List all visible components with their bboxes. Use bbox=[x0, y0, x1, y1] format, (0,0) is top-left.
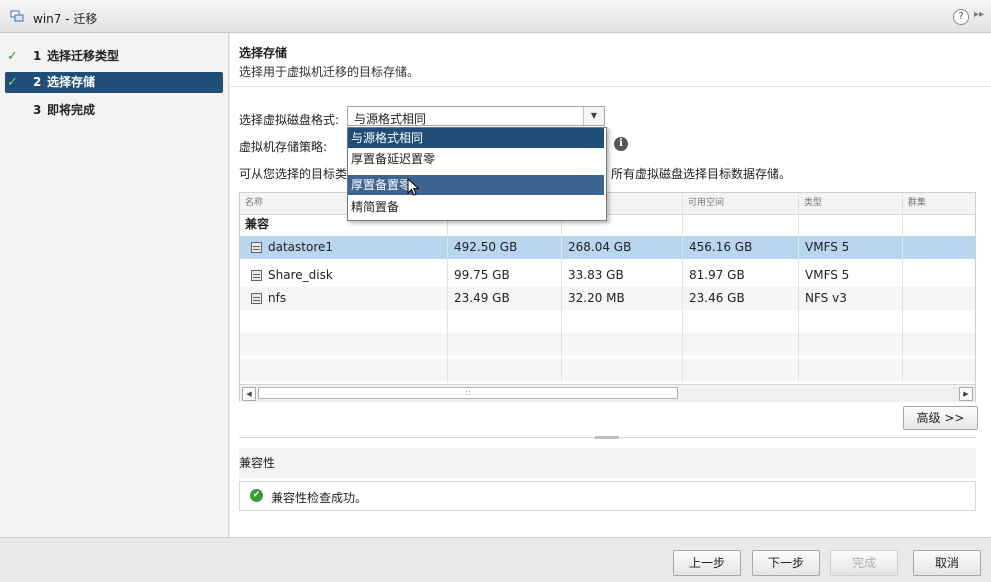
checkmark-icon: ✓ bbox=[7, 49, 18, 64]
scroll-right-icon[interactable]: ▶ bbox=[959, 387, 973, 401]
table-row[interactable]: nfs 23.49 GB 32.20 MB 23.46 GB NFS v3 bbox=[240, 287, 975, 310]
datastore-icon bbox=[251, 293, 262, 304]
page-subtitle: 选择用于虚拟机迁移的目标存储。 bbox=[239, 65, 420, 79]
mouse-pointer-icon bbox=[407, 178, 420, 196]
cell-name: datastore1 bbox=[268, 240, 334, 254]
success-check-icon: ✔ bbox=[250, 489, 263, 502]
chevron-down-icon[interactable]: ▼ bbox=[583, 107, 604, 125]
column-header-type[interactable]: 类型 bbox=[799, 193, 903, 214]
description-text: 可从您选择的目标类 所有虚拟磁盘选择目标数据存储。 bbox=[239, 165, 791, 182]
cell-type: VMFS 5 bbox=[805, 268, 850, 282]
cell-provisioned: 32.20 MB bbox=[568, 291, 625, 305]
cell-free: 456.16 GB bbox=[689, 240, 753, 254]
cell-capacity: 99.75 GB bbox=[454, 268, 510, 282]
disk-format-dropdown-list: 与源格式相同 厚置备延迟置零 厚置备置零 精简置备 bbox=[347, 127, 607, 221]
empty-row bbox=[240, 333, 975, 355]
step-select-storage[interactable]: ✓ 2 选择存储 bbox=[5, 72, 223, 93]
step-number: 3 bbox=[33, 103, 42, 117]
step-select-migration-type[interactable]: ✓ 1 选择迁移类型 bbox=[5, 46, 223, 67]
wizard-footer: 上一步 下一步 完成 取消 bbox=[0, 537, 991, 582]
option-thick-lazy-zeroed[interactable]: 厚置备延迟置零 bbox=[348, 149, 604, 169]
option-thick-eager-zeroed[interactable]: 厚置备置零 bbox=[348, 175, 604, 195]
datastore-table: 名称 可用空间 类型 群集 兼容 datastore1 492.50 GB 26… bbox=[239, 192, 976, 402]
cell-capacity: 492.50 GB bbox=[454, 240, 518, 254]
compatibility-heading: 兼容性 bbox=[239, 448, 976, 478]
cell-free: 23.46 GB bbox=[689, 291, 745, 305]
step-label: 选择存储 bbox=[47, 75, 96, 89]
splitter-grip[interactable] bbox=[595, 436, 619, 439]
step-ready-to-complete[interactable]: 3 即将完成 bbox=[5, 100, 223, 121]
step-label: 即将完成 bbox=[47, 103, 96, 117]
dialog-title: win7 - 迁移 bbox=[33, 12, 98, 26]
scroll-left-icon[interactable]: ◀ bbox=[242, 387, 256, 401]
header-divider bbox=[230, 86, 991, 87]
cell-provisioned: 268.04 GB bbox=[568, 240, 632, 254]
table-row[interactable]: Share_disk 99.75 GB 33.83 GB 81.97 GB VM… bbox=[240, 264, 975, 287]
next-button[interactable]: 下一步 bbox=[752, 550, 820, 576]
disk-format-select[interactable]: 与源格式相同 ▼ bbox=[347, 106, 605, 126]
cell-provisioned: 33.83 GB bbox=[568, 268, 624, 282]
column-divider bbox=[798, 214, 799, 382]
wizard-steps-sidebar: ✓ 1 选择迁移类型 ✓ 2 选择存储 3 即将完成 bbox=[0, 33, 229, 537]
help-icon[interactable]: ? bbox=[953, 9, 969, 25]
compatibility-box: ✔ 兼容性检查成功。 bbox=[239, 481, 976, 511]
cell-free: 81.97 GB bbox=[689, 268, 745, 282]
disk-format-label: 选择虚拟磁盘格式: bbox=[239, 113, 340, 127]
cell-name: nfs bbox=[268, 291, 287, 305]
cell-type: NFS v3 bbox=[805, 291, 847, 305]
disk-format-value: 与源格式相同 bbox=[354, 112, 427, 126]
empty-row bbox=[240, 359, 975, 381]
cell-capacity: 23.49 GB bbox=[454, 291, 510, 305]
description-text-start: 可从您选择的目标类 bbox=[239, 167, 348, 181]
column-divider bbox=[682, 214, 683, 382]
option-same-as-source[interactable]: 与源格式相同 bbox=[348, 128, 604, 148]
cell-name: Share_disk bbox=[268, 268, 333, 282]
option-thin-provision[interactable]: 精简置备 bbox=[348, 197, 604, 217]
page-title: 选择存储 bbox=[239, 46, 288, 60]
storage-policy-label: 虚拟机存储策略: bbox=[239, 140, 328, 154]
back-button[interactable]: 上一步 bbox=[673, 550, 741, 576]
description-text-end: 所有虚拟磁盘选择目标数据存储。 bbox=[611, 167, 792, 181]
panel-splitter[interactable] bbox=[239, 436, 976, 439]
expand-icon[interactable]: ▸▸ bbox=[974, 9, 984, 20]
dialog-title-bar: win7 - 迁移 ? ▸▸ bbox=[0, 0, 991, 33]
step-label: 选择迁移类型 bbox=[47, 49, 120, 63]
vm-migrate-icon bbox=[10, 10, 24, 22]
finish-button[interactable]: 完成 bbox=[830, 550, 898, 576]
column-divider bbox=[561, 214, 562, 382]
column-divider bbox=[902, 214, 903, 382]
datastore-icon bbox=[251, 270, 262, 281]
scrollbar-thumb[interactable]: :: bbox=[258, 387, 678, 399]
advanced-button[interactable]: 高级 >> bbox=[903, 406, 978, 430]
step-number: 2 bbox=[33, 75, 42, 89]
cancel-button[interactable]: 取消 bbox=[913, 550, 981, 576]
compatibility-message: 兼容性检查成功。 bbox=[271, 491, 368, 505]
checkmark-icon: ✓ bbox=[7, 75, 18, 90]
info-icon[interactable]: i bbox=[614, 137, 628, 151]
table-row[interactable]: datastore1 492.50 GB 268.04 GB 456.16 GB… bbox=[240, 236, 975, 259]
cell-type: VMFS 5 bbox=[805, 240, 850, 254]
column-header-free[interactable]: 可用空间 bbox=[683, 193, 799, 214]
column-divider bbox=[447, 214, 448, 382]
step-number: 1 bbox=[33, 49, 42, 63]
column-header-cluster[interactable]: 群集 bbox=[903, 193, 975, 214]
datastore-icon bbox=[251, 242, 262, 253]
horizontal-scrollbar[interactable]: ◀ :: ▶ bbox=[240, 384, 975, 402]
